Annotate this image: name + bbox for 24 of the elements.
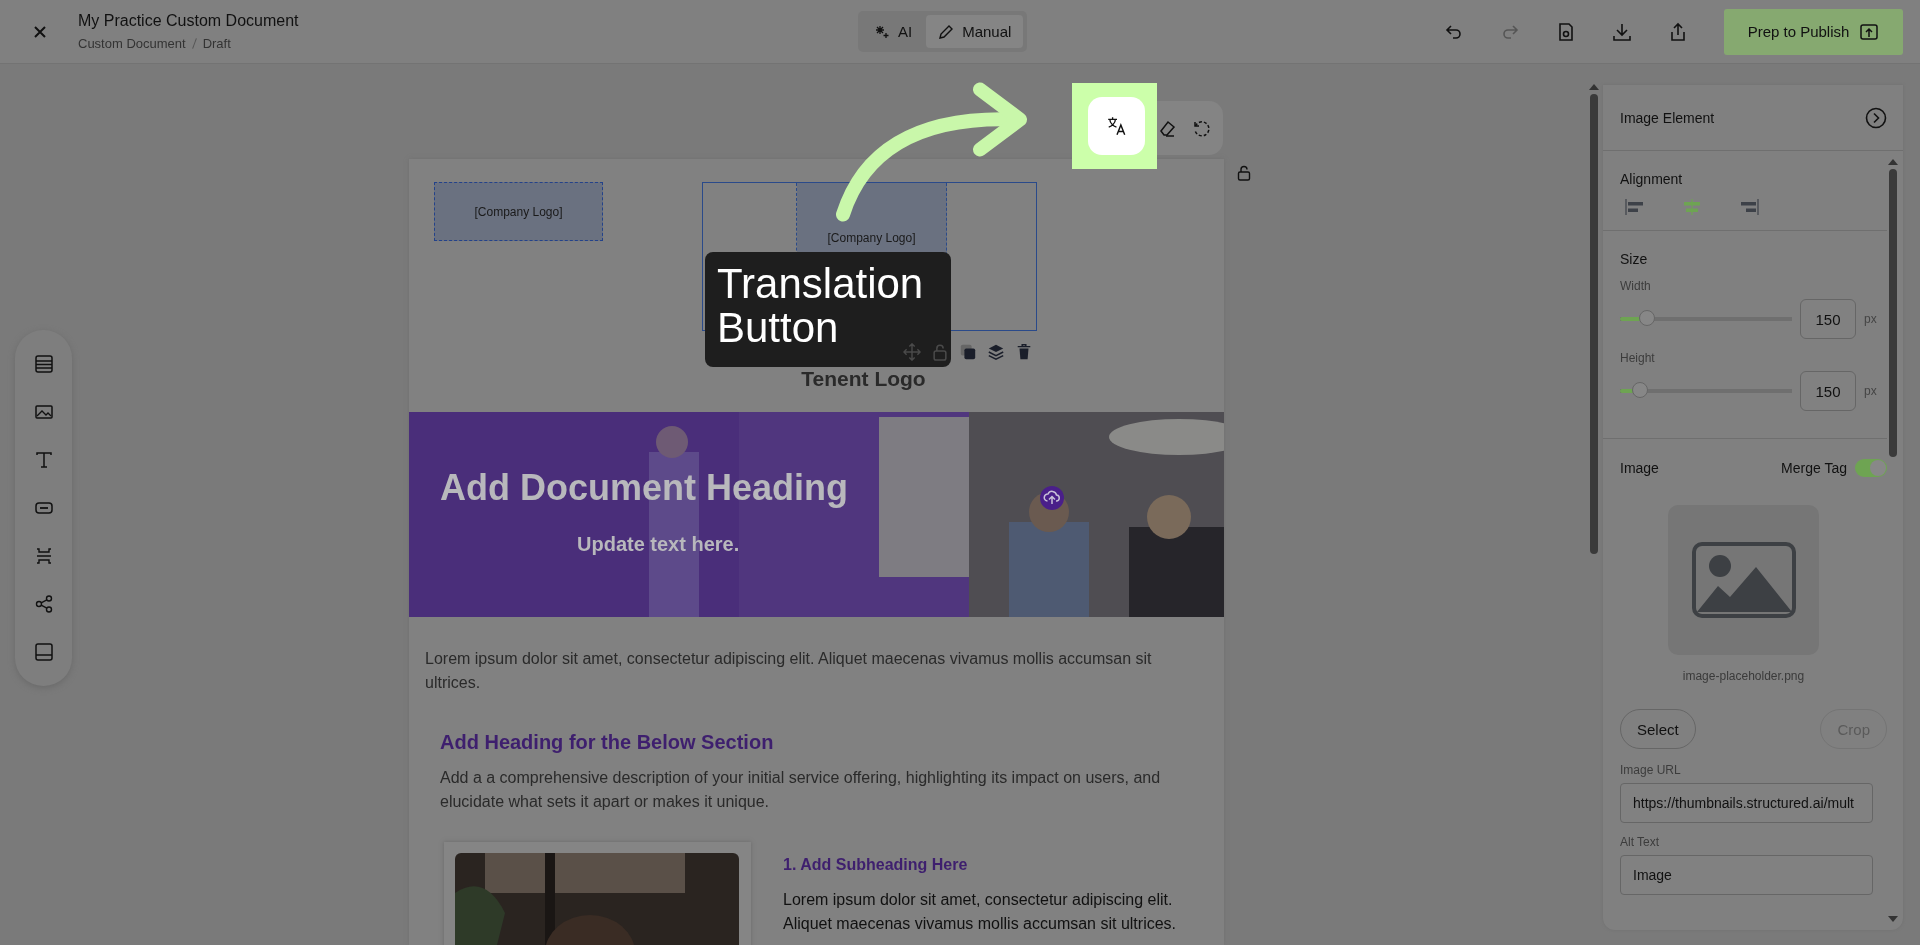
placeholder-text: [Company Logo]: [474, 204, 563, 219]
panel-title: Image Element: [1620, 109, 1715, 126]
field-label: Image URL: [1620, 763, 1682, 777]
placeholder-text: [Company Logo]: [827, 231, 916, 247]
unit-label: px: [1864, 384, 1877, 398]
field-label: Alt Text: [1620, 835, 1661, 849]
toggle-label: Merge Tag: [1781, 460, 1847, 476]
unit-label: px: [1864, 312, 1877, 326]
field-label: Height: [1620, 351, 1656, 365]
tooltip-text: Translation Button: [717, 262, 925, 350]
banner-subheading: Update text here.: [577, 533, 740, 556]
item-paragraph: Lorem ipsum dolor sit amet, consectetur adipiscing elit. Aliquet maecenas vivamus mollis accumsan sit ultrices.: [783, 890, 1178, 934]
section-heading: Add Heading for the Below Section: [440, 731, 775, 754]
section-label: Alignment: [1620, 171, 1684, 187]
subheading: 1. Add Subheading Here: [783, 856, 969, 874]
section-description: Add a a comprehensive description of your initial service offering, highlighting its impact on users, and elucidate what sets it apart or makes it unique.: [440, 768, 1162, 812]
file-name: image-placeholder.png: [1682, 669, 1805, 683]
banner-heading: Add Document Heading: [440, 467, 848, 509]
intro-paragraph: Lorem ipsum dolor sit amet, consectetur adipiscing elit. Aliquet maecenas vivamus mollis accumsan sit ultrices.: [425, 649, 1153, 693]
document-title: My Practice Custom Document: [78, 12, 300, 30]
field-label: Width: [1620, 279, 1652, 293]
section-label: Size: [1620, 251, 1649, 267]
tenant-logo-label: Tenent Logo: [801, 367, 926, 391]
section-label: Image: [1620, 460, 1659, 476]
